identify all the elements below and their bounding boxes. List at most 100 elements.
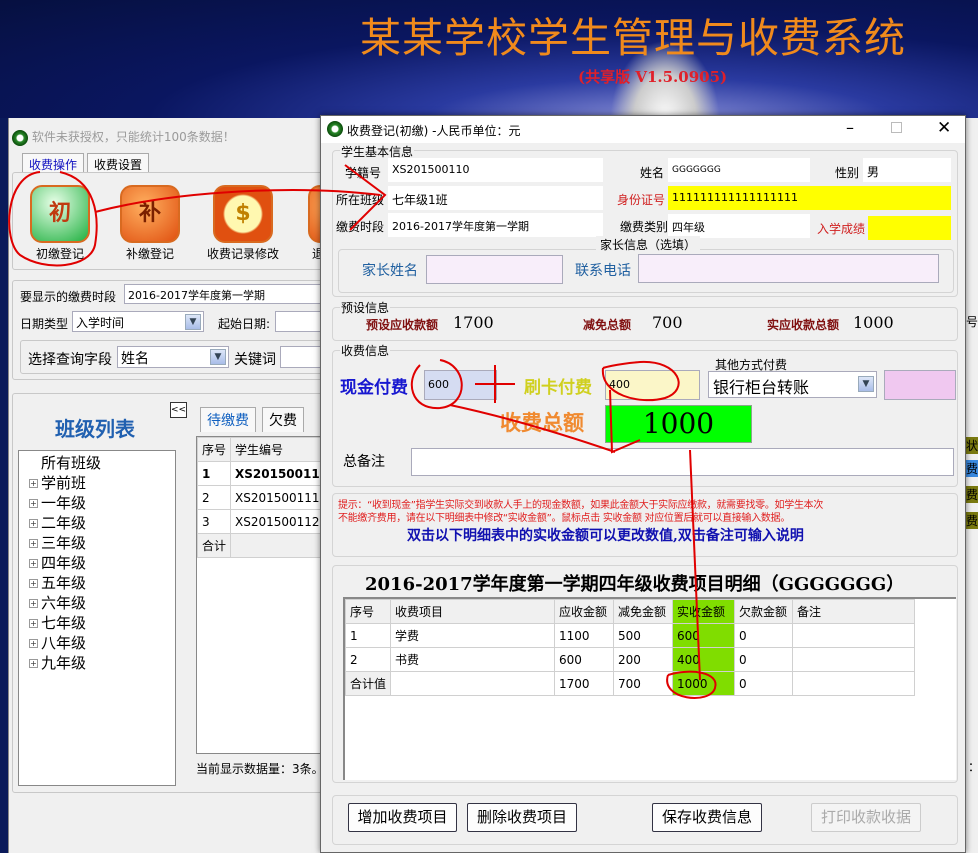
initial-payment-button[interactable]: 初 [30, 185, 90, 243]
print-receipt-button[interactable]: 打印收款收据 [811, 803, 921, 832]
expand-icon[interactable]: + [29, 599, 38, 608]
delete-item-button[interactable]: 删除收费项目 [467, 803, 577, 832]
table-row[interactable]: 1 XS201500110 [197, 461, 321, 486]
maximize-icon[interactable] [891, 122, 902, 133]
date-type-select[interactable]: 入学时间 ▼ [72, 311, 204, 332]
table-cell: 0 [734, 623, 794, 648]
date-type-value: 入学时间 [76, 316, 125, 330]
query-field-select[interactable]: 姓名 ▼ [117, 346, 229, 368]
expand-icon[interactable]: + [29, 639, 38, 648]
col-header: 减免金额 [613, 599, 674, 624]
class-field[interactable]: 七年级1班 [388, 186, 603, 210]
card-input[interactable]: 400 [605, 370, 700, 400]
keyword-input[interactable] [280, 346, 325, 368]
start-date-label: 起始日期: [218, 317, 271, 331]
edit-record-icon: $ [213, 185, 273, 243]
name-field[interactable]: GGGGGGG [668, 158, 810, 182]
class-tree[interactable]: 所有班级 + 学前班 + 一年级 + 二年级 + 三年级 + 四年级 + 五年级 + 六年级 … [18, 450, 176, 786]
edit-record-button[interactable]: $ [213, 185, 273, 243]
total-label: 收费总额 [500, 410, 584, 435]
chevron-down-icon[interactable]: ▼ [185, 314, 201, 330]
tree-item[interactable]: + 四年级 [29, 553, 175, 573]
tree-item[interactable]: + 七年级 [29, 613, 175, 633]
col-header: 应收金额 [554, 599, 615, 624]
period-input[interactable]: 2016-2017学年度第一学期 [124, 284, 324, 304]
class-list-title: 班级列表 [55, 417, 135, 441]
remark-cell[interactable] [792, 623, 916, 648]
student-no-field[interactable]: XS201500110 [388, 158, 603, 182]
tree-item[interactable]: + 二年级 [29, 513, 175, 533]
expand-icon[interactable]: + [29, 479, 38, 488]
score-field[interactable] [868, 216, 951, 240]
chevron-down-icon[interactable]: ▼ [858, 376, 874, 392]
detail-grid[interactable]: 序号 收费项目 应收金额 减免金额 实收金额 欠款金额 备注 1 学费 1100 50… [343, 597, 956, 780]
save-button[interactable]: 保存收费信息 [652, 803, 762, 832]
tree-item[interactable]: + 六年级 [29, 593, 175, 613]
expand-icon[interactable]: + [29, 559, 38, 568]
parent-name-input[interactable] [426, 255, 563, 284]
start-date-input[interactable] [275, 311, 325, 332]
remark-input[interactable] [411, 448, 954, 476]
receivable-value: 1700 [453, 313, 494, 332]
expand-icon[interactable]: + [29, 579, 38, 588]
table-cell: 3 [197, 509, 232, 534]
table-cell: 700 [613, 671, 674, 696]
table-cell [230, 533, 321, 558]
expand-icon[interactable]: + [29, 539, 38, 548]
table-cell [390, 671, 556, 696]
other-method-select[interactable]: 银行柜台转账 ▼ [708, 371, 877, 398]
col-header: 实收金额 [672, 599, 736, 624]
gender-field[interactable]: 男 [863, 158, 951, 182]
table-row[interactable]: 1 学费 1100 500 600 0 [344, 623, 916, 648]
id-field[interactable]: 111111111111111111 [668, 186, 951, 210]
fee-type-field[interactable]: 四年级 [668, 214, 810, 238]
tree-item[interactable]: + 八年级 [29, 633, 175, 653]
col-header: 序号 [197, 437, 232, 462]
expand-icon[interactable]: + [29, 659, 38, 668]
paid-cell[interactable]: 400 [672, 647, 736, 672]
table-cell: 2 [344, 647, 392, 672]
student-grid[interactable]: 序号 学生编号 1 XS201500110 2 XS201500111 3 XS2015… [196, 436, 322, 754]
supplementary-payment-button[interactable]: 补 [120, 185, 180, 243]
collapse-button[interactable]: << [170, 402, 187, 418]
expand-icon[interactable]: + [29, 499, 38, 508]
period-label: 缴费时段 [336, 220, 385, 234]
period-field[interactable]: 2016-2017学年度第一学期 [388, 213, 603, 237]
remark-label: 总备注 [343, 454, 385, 470]
group-label: 家长信息（选填） [596, 236, 701, 253]
tree-item[interactable]: + 学前班 [29, 473, 175, 493]
right-edge-text: 费 [966, 486, 978, 503]
grid-header: 序号 收费项目 应收金额 减免金额 实收金额 欠款金额 备注 [344, 599, 916, 624]
grid-header: 序号 学生编号 [197, 437, 321, 462]
tree-item[interactable]: + 三年级 [29, 533, 175, 553]
col-header: 备注 [792, 599, 916, 624]
cash-input[interactable]: 600 [424, 370, 497, 400]
tree-item-all[interactable]: 所有班级 [29, 453, 175, 473]
minimize-icon[interactable]: – [846, 118, 854, 137]
app-title: 某某学校学生管理与收费系统 [360, 14, 906, 62]
chevron-down-icon[interactable]: ▼ [210, 349, 226, 365]
phone-input[interactable] [638, 254, 939, 283]
remark-cell[interactable] [792, 647, 916, 672]
add-item-button[interactable]: 增加收费项目 [348, 803, 457, 832]
expand-icon[interactable]: + [29, 619, 38, 628]
query-field-value: 姓名 [121, 351, 149, 367]
table-cell: 1100 [554, 623, 615, 648]
app-logo-icon [327, 121, 343, 137]
table-row[interactable]: 2 书费 600 200 400 0 [344, 647, 916, 672]
tree-item[interactable]: + 五年级 [29, 573, 175, 593]
table-row[interactable]: 2 XS201500111 [197, 485, 321, 510]
expand-icon[interactable]: + [29, 519, 38, 528]
paid-cell[interactable]: 600 [672, 623, 736, 648]
table-row[interactable]: 3 XS201500112 [197, 509, 321, 534]
other-amount-input[interactable] [884, 370, 956, 400]
close-icon[interactable]: ✕ [937, 118, 951, 138]
right-edge-text: 状 [966, 437, 978, 454]
query-field-label: 选择查询字段 [28, 352, 112, 368]
col-header: 学生编号 [230, 437, 321, 462]
tree-item[interactable]: + 九年级 [29, 653, 175, 673]
tab-arrears[interactable]: 欠费 [262, 407, 304, 432]
tab-pending[interactable]: 待缴费 [200, 407, 256, 432]
tree-item[interactable]: + 一年级 [29, 493, 175, 513]
discount-label: 减免总额 [583, 318, 632, 332]
